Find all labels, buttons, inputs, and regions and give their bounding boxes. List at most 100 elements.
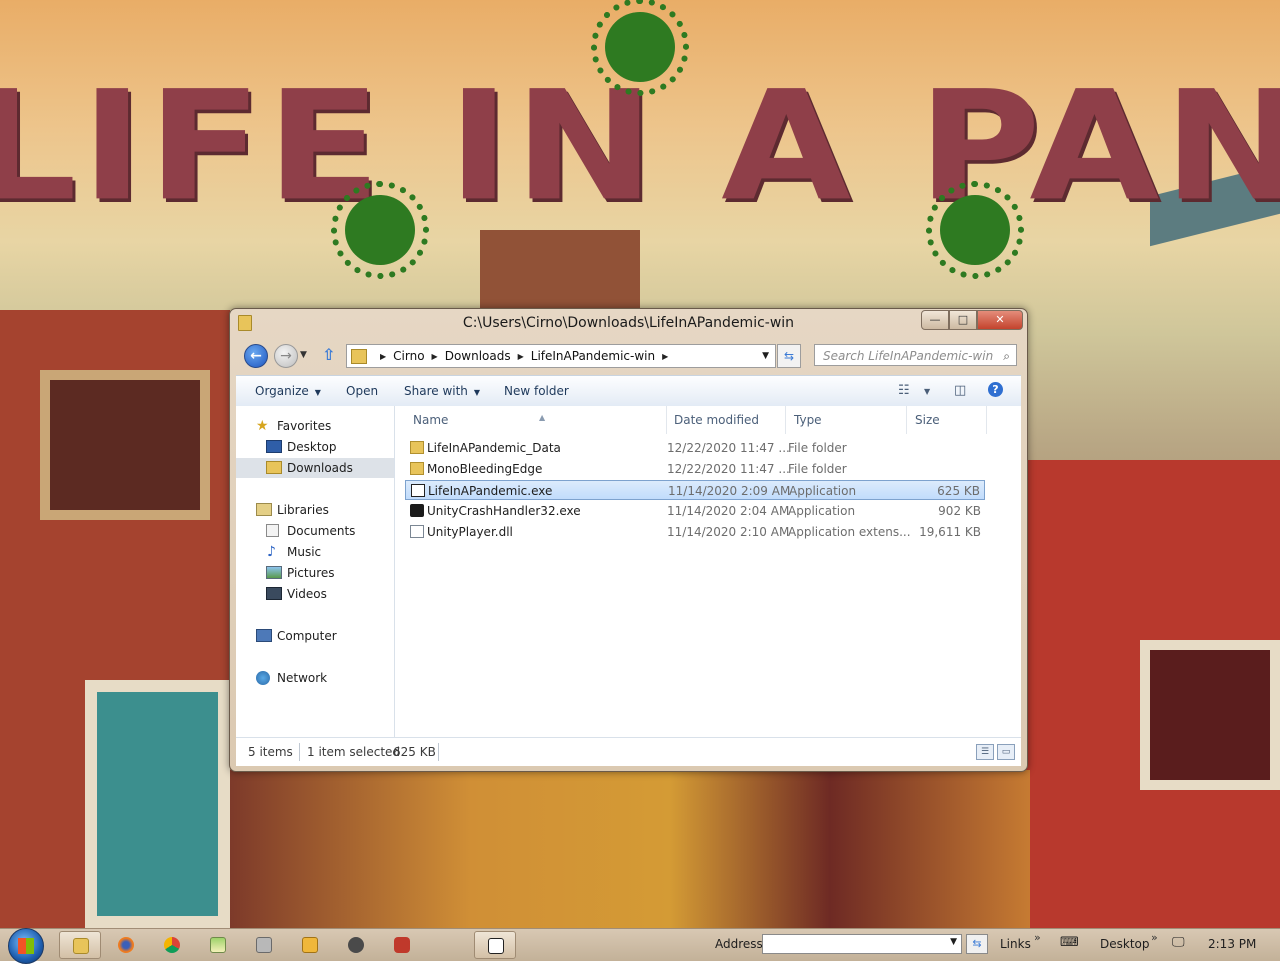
desktop-toolbar-label[interactable]: Desktop: [1100, 937, 1150, 951]
back-button[interactable]: ←: [244, 344, 268, 368]
desktop-chevron-icon[interactable]: »: [1151, 931, 1158, 944]
start-button[interactable]: [8, 928, 44, 964]
breadcrumb-separator-icon[interactable]: ▶: [518, 352, 524, 361]
up-folder-button[interactable]: ⇧: [322, 345, 335, 364]
search-placeholder: Search LifeInAPandemic-win: [823, 349, 994, 363]
unity-app-icon: [410, 504, 424, 517]
nav-item-documents[interactable]: Documents: [236, 521, 394, 541]
share-with-button[interactable]: Share with ▼: [404, 384, 480, 398]
column-header-name[interactable]: Name ▲: [405, 406, 667, 434]
taskbar-media-button[interactable]: [289, 931, 331, 959]
nav-label: Favorites: [277, 419, 332, 433]
preview-pane-icon[interactable]: ◫: [954, 383, 966, 398]
virus-decoration-3: [926, 181, 1024, 279]
column-label: Size: [915, 413, 940, 427]
nav-item-downloads[interactable]: Downloads: [236, 458, 394, 478]
address-row: ← → ▼ ⇧ ▶ Cirno ▶ Downloads ▶ LifeInAPan…: [230, 342, 1027, 370]
minimize-button[interactable]: —: [921, 310, 949, 330]
status-bar: 5 items 1 item selected 625 KB ☰ ▭: [236, 737, 1021, 766]
file-list: Name ▲ Date modified Type Size LifeInAPa…: [395, 406, 1021, 737]
breadcrumb-separator-icon[interactable]: ▶: [662, 352, 668, 361]
breadcrumb-item-current[interactable]: LifeInAPandemic-win: [531, 349, 655, 363]
go-arrows-icon: ⇆: [972, 937, 982, 950]
breadcrumb-item-downloads[interactable]: Downloads: [445, 349, 511, 363]
file-row[interactable]: LifeInAPandemic_Data 12/22/2020 11:47 ..…: [405, 438, 985, 458]
organize-label: Organize: [255, 384, 309, 398]
nav-item-favorites[interactable]: ★ Favorites: [236, 416, 394, 436]
breadcrumb[interactable]: ▶ Cirno ▶ Downloads ▶ LifeInAPandemic-wi…: [346, 344, 776, 368]
file-date: 11/14/2020 2:04 AM: [667, 504, 790, 518]
clock[interactable]: 2:13 PM: [1208, 937, 1256, 951]
large-icons-view-icon[interactable]: ▭: [997, 744, 1015, 760]
arrow-left-icon: ←: [250, 348, 262, 364]
taskbar-explorer-button[interactable]: [59, 931, 101, 959]
nav-item-computer[interactable]: Computer: [236, 626, 394, 646]
open-button[interactable]: Open: [346, 384, 378, 398]
nav-item-network[interactable]: Network: [236, 668, 394, 688]
title-bar[interactable]: C:\Users\Cirno\Downloads\LifeInAPandemic…: [230, 309, 1027, 337]
file-date: 11/14/2020 2:10 AM: [667, 525, 790, 539]
file-name: LifeInAPandemic_Data: [427, 441, 561, 455]
keyboard-icon[interactable]: ⌨: [1060, 935, 1079, 950]
printer-icon: [256, 937, 272, 953]
taskbar-unity-game-button[interactable]: [474, 931, 516, 959]
recent-pages-dropdown[interactable]: ▼: [300, 350, 307, 360]
folder-icon: [351, 348, 367, 364]
nav-label: Pictures: [287, 566, 335, 580]
links-chevron-icon[interactable]: »: [1034, 931, 1041, 944]
wallpaper-door: [85, 680, 230, 928]
unity-app-icon: [411, 484, 425, 497]
help-icon[interactable]: ?: [988, 382, 1003, 397]
chevron-down-icon[interactable]: ▼: [924, 387, 930, 396]
taskbar-address-go-button[interactable]: ⇆: [966, 934, 988, 954]
details-view-icon[interactable]: ☰: [976, 744, 994, 760]
nav-item-pictures[interactable]: Pictures: [236, 563, 394, 583]
address-dropdown-icon[interactable]: ▼: [762, 351, 769, 361]
column-header-size[interactable]: Size: [907, 406, 987, 434]
folder-icon: [410, 441, 424, 454]
nav-item-libraries[interactable]: Libraries: [236, 500, 394, 520]
wallpaper-chimney: [480, 230, 640, 310]
file-type: Application: [789, 484, 857, 498]
new-folder-button[interactable]: New folder: [504, 384, 569, 398]
column-header-type[interactable]: Type: [786, 406, 907, 434]
links-toolbar-label[interactable]: Links: [1000, 937, 1031, 951]
breadcrumb-separator-icon[interactable]: ▶: [432, 352, 438, 361]
column-label: Date modified: [674, 413, 760, 427]
nav-item-videos[interactable]: Videos: [236, 584, 394, 604]
nav-item-music[interactable]: ♪ Music: [236, 542, 394, 562]
red-app-icon: [394, 937, 410, 953]
file-type: Application extens...: [788, 525, 911, 539]
taskbar-app-button[interactable]: [381, 931, 423, 959]
nav-item-desktop[interactable]: Desktop: [236, 437, 394, 457]
taskbar-address-input[interactable]: ▼: [762, 934, 962, 954]
taskbar-printer-button[interactable]: [243, 931, 285, 959]
file-row[interactable]: UnityPlayer.dll 11/14/2020 2:10 AM Appli…: [405, 522, 985, 542]
column-header-date[interactable]: Date modified: [666, 406, 786, 434]
file-date: 12/22/2020 11:47 ...: [667, 441, 790, 455]
taskbar-game-button[interactable]: [335, 931, 377, 959]
file-date: 12/22/2020 11:47 ...: [667, 462, 790, 476]
file-row[interactable]: UnityCrashHandler32.exe 11/14/2020 2:04 …: [405, 501, 985, 521]
nav-label: Network: [277, 671, 328, 685]
file-row-selected[interactable]: LifeInAPandemic.exe 11/14/2020 2:09 AM A…: [405, 480, 985, 500]
chevron-down-icon[interactable]: ▼: [950, 937, 957, 947]
maximize-button[interactable]: □: [949, 310, 977, 330]
forward-button[interactable]: →: [274, 344, 298, 368]
taskbar-firefox-button[interactable]: [105, 931, 147, 959]
organize-button[interactable]: Organize ▼: [255, 384, 321, 398]
close-button[interactable]: ✕: [977, 310, 1023, 330]
file-row[interactable]: MonoBleedingEdge 12/22/2020 11:47 ... Fi…: [405, 459, 985, 479]
refresh-button[interactable]: ⇆: [777, 344, 801, 368]
taskbar-notepad-button[interactable]: [197, 931, 239, 959]
network-tray-icon[interactable]: 🖵: [1172, 935, 1185, 950]
breadcrumb-item-cirno[interactable]: Cirno: [393, 349, 424, 363]
dll-file-icon: [410, 525, 424, 538]
libraries-icon: [256, 503, 272, 516]
taskbar-chrome-button[interactable]: [151, 931, 193, 959]
search-input[interactable]: Search LifeInAPandemic-win ⌕: [814, 344, 1017, 366]
breadcrumb-separator-icon[interactable]: ▶: [380, 352, 386, 361]
change-view-icon[interactable]: ☷: [898, 383, 910, 398]
search-icon[interactable]: ⌕: [1003, 345, 1010, 367]
nav-label: Music: [287, 545, 322, 559]
